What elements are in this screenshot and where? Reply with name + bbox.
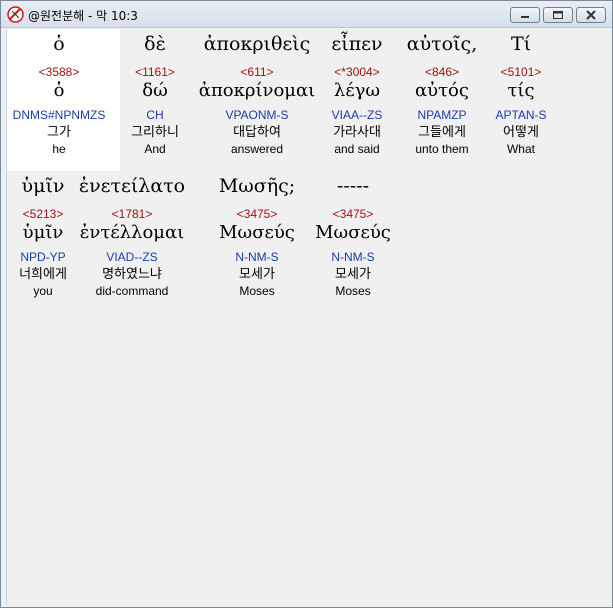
strong-number: <611> xyxy=(240,65,274,79)
strong-number: <3475> xyxy=(332,207,374,221)
parse-code: DNMS#NPNMZS xyxy=(12,108,106,122)
korean-gloss: 명하였느냐 xyxy=(102,267,162,282)
title-bar[interactable]: @원전분해 - 막 10:3 xyxy=(1,1,612,28)
lemma-word: δώ xyxy=(142,80,168,101)
close-button[interactable] xyxy=(576,7,606,23)
greek-word: ἀποκριθεὶς xyxy=(203,33,311,55)
window-title: @원전분해 - 막 10:3 xyxy=(28,9,138,23)
parse-code: APTAN-S xyxy=(495,108,547,122)
korean-gloss: 그리하니 xyxy=(131,125,179,140)
strong-number: <1781> xyxy=(111,207,153,221)
parse-code: VIAD--ZS xyxy=(106,250,158,264)
word-column[interactable]: Μωσῆς; <3475> Μωσεύς N-NM-S 모세가 Moses xyxy=(205,173,309,298)
parse-code: N-NM-S xyxy=(331,250,375,264)
english-gloss: Moses xyxy=(239,284,275,298)
lemma-word: Μωσεύς xyxy=(315,222,391,243)
greek-word: Τί xyxy=(510,33,532,55)
greek-word: ἐνετείλατο xyxy=(78,175,186,197)
english-gloss: And xyxy=(144,142,166,156)
lemma-word: ἀποκρίνομαι xyxy=(198,80,316,101)
word-column[interactable]: δὲ <1161> δώ CH 그리하니 And xyxy=(100,31,210,156)
english-gloss: Moses xyxy=(335,284,371,298)
lemma-word: Μωσεύς xyxy=(219,222,295,243)
greek-word: ὁ xyxy=(53,33,65,55)
word-column[interactable]: ----- <3475> Μωσεύς N-NM-S 모세가 Moses xyxy=(303,173,403,298)
korean-gloss: 대답하여 xyxy=(233,125,281,140)
english-gloss: answered xyxy=(230,142,284,156)
english-gloss: he xyxy=(52,142,66,156)
interlinear-panel: ὁ <3588> ὁ DNMS#NPNMZS 그가 he δὲ <1161> δ… xyxy=(6,29,609,604)
english-gloss: What xyxy=(506,142,535,156)
close-icon xyxy=(586,10,596,20)
korean-gloss: 그가 xyxy=(47,125,71,140)
maximize-button[interactable] xyxy=(543,7,573,23)
parse-code: VPAONM-S xyxy=(225,108,289,122)
minimize-button[interactable] xyxy=(510,7,540,23)
parse-code: N-NM-S xyxy=(235,250,279,264)
word-column[interactable]: Τί <5101> τίς APTAN-S 어떻게 What xyxy=(475,31,567,156)
lemma-word: ἐντέλλομαι xyxy=(79,222,185,243)
greek-word: Μωσῆς; xyxy=(218,175,296,197)
korean-gloss: 모세가 xyxy=(335,267,371,282)
greek-word: δὲ xyxy=(144,33,166,55)
lemma-word: ὁ xyxy=(53,80,65,101)
strong-number: <5101> xyxy=(500,65,542,79)
greek-word: ----- xyxy=(336,175,370,197)
strong-number: <3475> xyxy=(236,207,278,221)
word-column[interactable]: ἐνετείλατο <1781> ἐντέλλομαι VIAD--ZS 명하… xyxy=(74,173,190,298)
korean-gloss: 모세가 xyxy=(239,267,275,282)
english-gloss: did-command xyxy=(95,284,169,298)
lemma-word: τίς xyxy=(507,80,535,101)
word-column[interactable]: ἀποκριθεὶς <611> ἀποκρίνομαι VPAONM-S 대답… xyxy=(198,31,316,156)
app-window: @원전분해 - 막 10:3 ὁ <3588> ὁ DNMS#NPNMZS 그가… xyxy=(0,0,613,608)
maximize-icon xyxy=(553,11,563,19)
minimize-icon xyxy=(521,16,529,18)
strong-number: <3588> xyxy=(38,65,80,79)
word-column[interactable]: ὁ <3588> ὁ DNMS#NPNMZS 그가 he xyxy=(4,31,114,156)
korean-gloss: 어떻게 xyxy=(503,125,539,140)
app-logo-icon xyxy=(7,6,24,23)
strong-number: <1161> xyxy=(135,65,175,79)
parse-code: CH xyxy=(146,108,164,122)
